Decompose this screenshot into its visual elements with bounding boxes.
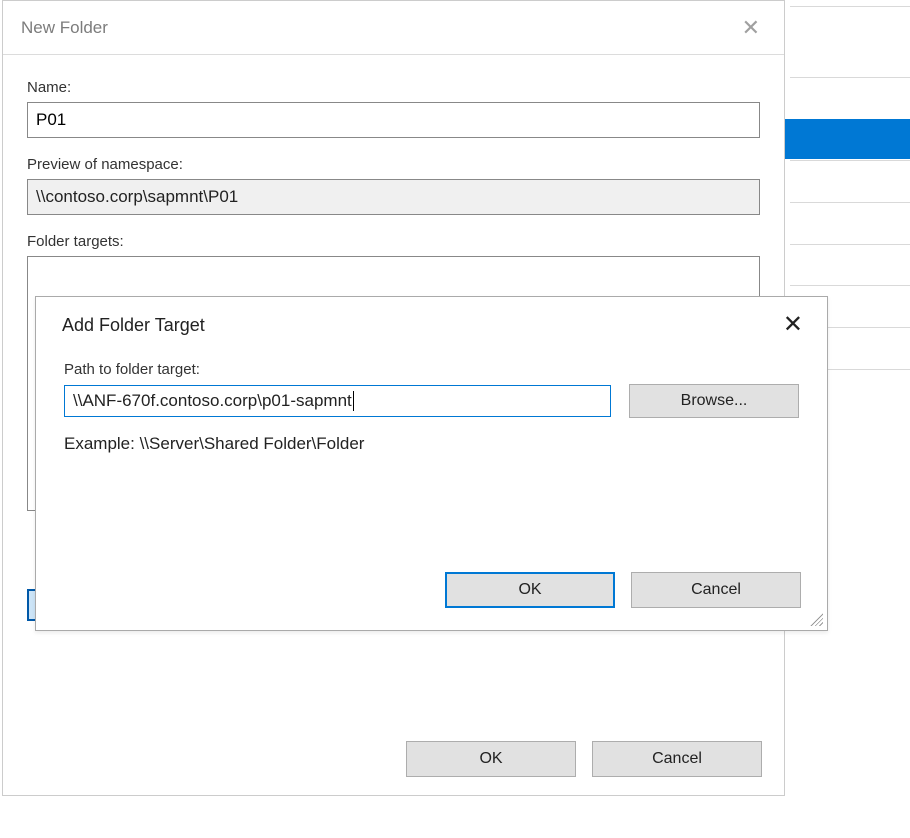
close-icon[interactable]: ✕ bbox=[773, 307, 813, 343]
path-input[interactable]: \\ANF-670f.contoso.corp\p01-sapmnt bbox=[64, 385, 611, 417]
new-folder-buttons: OK Cancel bbox=[406, 741, 762, 777]
new-folder-titlebar: New Folder ✕ bbox=[3, 1, 784, 55]
name-label: Name: bbox=[27, 79, 760, 96]
background-selection bbox=[785, 119, 910, 159]
add-target-titlebar: Add Folder Target ✕ bbox=[36, 297, 827, 353]
folder-targets-label: Folder targets: bbox=[27, 233, 760, 250]
ok-button[interactable]: OK bbox=[406, 741, 576, 777]
example-text: Example: \\Server\Shared Folder\Folder bbox=[64, 434, 799, 454]
new-folder-title: New Folder bbox=[21, 18, 108, 38]
resize-grip-icon[interactable] bbox=[809, 612, 823, 626]
add-target-title: Add Folder Target bbox=[62, 315, 205, 336]
close-icon[interactable]: ✕ bbox=[732, 11, 770, 45]
cancel-button[interactable]: Cancel bbox=[592, 741, 762, 777]
ok-button[interactable]: OK bbox=[445, 572, 615, 608]
path-label: Path to folder target: bbox=[64, 361, 799, 378]
text-caret bbox=[353, 391, 354, 411]
add-folder-target-dialog: Add Folder Target ✕ Path to folder targe… bbox=[35, 296, 828, 631]
cancel-button[interactable]: Cancel bbox=[631, 572, 801, 608]
preview-value: \\contoso.corp\sapmnt\P01 bbox=[27, 179, 760, 215]
browse-button[interactable]: Browse... bbox=[629, 384, 799, 418]
path-value: \\ANF-670f.contoso.corp\p01-sapmnt bbox=[73, 391, 352, 411]
preview-label: Preview of namespace: bbox=[27, 156, 760, 173]
name-input[interactable] bbox=[27, 102, 760, 138]
add-target-buttons: OK Cancel bbox=[445, 572, 801, 608]
